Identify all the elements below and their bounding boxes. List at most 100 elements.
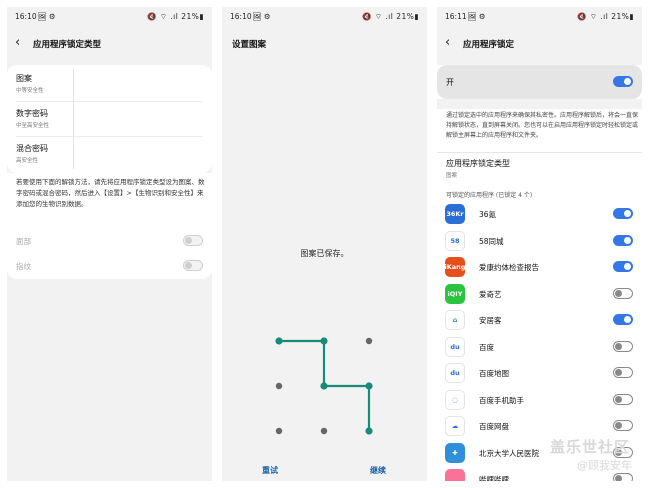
app-lock-toggle[interactable] xyxy=(613,393,633,405)
pattern-dot xyxy=(320,427,328,435)
app-icon: du xyxy=(445,363,465,383)
pattern-dot xyxy=(320,337,328,345)
app-icon: ✚ xyxy=(445,442,465,463)
app-name: 爱康约体检查报告 xyxy=(479,263,539,272)
app-lock-toggle[interactable] xyxy=(613,261,633,272)
app-row[interactable]: du 百度 xyxy=(437,334,642,360)
lock-type-pin[interactable]: 数字密码 中至高安全性 xyxy=(7,102,212,136)
watermark-author: @顾我安年 xyxy=(577,459,632,472)
face-label: 面部 xyxy=(16,237,31,246)
app-name: 百度 xyxy=(479,342,494,352)
app-icon: iQIY xyxy=(445,283,465,304)
app-lock-toggle[interactable] xyxy=(613,287,633,299)
app-icon: du xyxy=(445,336,465,357)
app-lock-toggle[interactable] xyxy=(613,234,633,246)
option-label: 图案 xyxy=(16,74,32,83)
app-name: 北京大学人民医院 xyxy=(479,448,539,458)
status-bar: 16:10 🖼 ⚙ 🔇 ⌔ .ıl 21%▮ xyxy=(222,7,427,27)
app-icon: 36Kr xyxy=(445,204,465,224)
app-icon: 58 xyxy=(445,230,465,251)
app-row[interactable]: 58 58同城 xyxy=(437,228,642,254)
biometric-card: 若要使用下面的解锁方法，请先将应用程序锁定类型设为图案、数字密码或混合密码，然后… xyxy=(7,173,212,279)
pattern-dot xyxy=(275,337,283,345)
status-bar: 16:10 🖼 ⚙ 🔇 ⌔ .ıl 21%▮ xyxy=(7,7,212,27)
fingerprint-label: 指纹 xyxy=(16,262,31,271)
app-row[interactable]: du 百度地图 xyxy=(437,360,642,386)
face-toggle[interactable] xyxy=(183,235,203,246)
back-icon[interactable]: ‹ xyxy=(15,35,20,50)
app-lock-toggle[interactable] xyxy=(613,340,633,352)
lock-type-value: 图案 xyxy=(446,173,458,179)
app-name: 安居客 xyxy=(479,316,502,325)
app-name: 58同城 xyxy=(479,236,504,246)
page-title: 设置图案 xyxy=(232,40,267,50)
status-bar: 16:11 🖼 ⚙ 🔇 ⌔ .ıl 21%▮ xyxy=(437,7,642,27)
app-name: 爱奇艺 xyxy=(479,289,502,299)
vertical-divider xyxy=(73,69,74,169)
app-lock-description: 通过锁定选中的应用程序来确保其私密性。应用程序解锁后，将会一直保持解锁状态，直到… xyxy=(446,112,639,139)
page-title: 应用程序锁定 xyxy=(463,40,515,50)
status-time: 16:11 xyxy=(445,12,467,21)
lock-type-label: 应用程序锁定类型 xyxy=(446,159,510,168)
pattern-dot xyxy=(365,337,373,345)
page-title: 应用程序锁定类型 xyxy=(33,40,102,50)
option-sub: 中至高安全性 xyxy=(16,123,50,129)
app-icon: ⌂ xyxy=(445,310,465,330)
status-time: 16:10 xyxy=(230,12,252,21)
app-name: 36氪 xyxy=(479,210,497,219)
divider xyxy=(437,152,642,153)
screen-app-lock: 16:11 🖼 ⚙ 🔇 ⌔ .ıl 21%▮ ‹ 应用程序锁定 开 通过锁定选中… xyxy=(437,7,642,481)
app-icon: ◌ xyxy=(445,389,465,410)
fingerprint-toggle[interactable] xyxy=(183,260,203,271)
app-lock-toggle[interactable] xyxy=(613,314,633,325)
status-right: 🔇 ⌔ .ıl 21%▮ xyxy=(577,12,634,21)
fingerprint-row: 指纹 xyxy=(7,254,212,278)
status-icons: 🖼 ⚙ xyxy=(252,12,271,21)
app-lock-toggle[interactable] xyxy=(613,420,633,431)
master-switch-row[interactable]: 开 xyxy=(437,65,642,99)
app-bar: 设置图案 xyxy=(222,27,427,61)
status-icons: 🖼 ⚙ xyxy=(37,12,56,21)
app-icon xyxy=(445,469,465,481)
app-name: 百度地图 xyxy=(479,369,509,378)
app-name: 哔哩哔哩 xyxy=(479,475,509,481)
app-row[interactable]: iQIY 爱奇艺 xyxy=(437,281,642,307)
pattern-dot xyxy=(365,382,373,390)
back-icon[interactable]: ‹ xyxy=(445,35,450,50)
biometric-note: 若要使用下面的解锁方法，请先将应用程序锁定类型设为图案、数字密码或混合密码，然后… xyxy=(16,178,205,208)
app-row[interactable]: ⌂ 安居客 xyxy=(437,307,642,333)
watermark-title: 盖乐世社区 xyxy=(549,438,630,456)
pattern-grid[interactable] xyxy=(222,319,427,479)
status-time: 16:10 xyxy=(15,12,37,21)
status-icons: 🖼 ⚙ xyxy=(467,12,486,21)
app-row[interactable]: ◌ 百度手机助手 xyxy=(437,387,642,413)
app-bar: ‹ 应用程序锁定 xyxy=(437,27,642,61)
option-label: 数字密码 xyxy=(16,109,48,118)
pattern-dot xyxy=(365,427,373,435)
pattern-saved-message: 图案已保存。 xyxy=(300,249,349,258)
face-row: 面部 xyxy=(7,229,212,253)
app-icon: ☁ xyxy=(445,416,465,436)
lock-type-pattern[interactable]: 图案 中等安全性 xyxy=(7,65,212,99)
retry-button[interactable]: 重试 xyxy=(262,465,278,476)
status-right: 🔇 ⌔ .ıl 21%▮ xyxy=(362,12,419,21)
lock-type-row[interactable]: 应用程序锁定类型 图案 xyxy=(437,155,642,187)
pattern-dot xyxy=(320,382,328,390)
app-lock-toggle[interactable] xyxy=(613,367,633,378)
lock-type-password[interactable]: 混合密码 高安全性 xyxy=(7,137,212,171)
app-icon: iKang xyxy=(445,257,465,277)
app-bar: ‹ 应用程序锁定类型 xyxy=(7,27,212,61)
app-name: 百度网盘 xyxy=(479,422,509,431)
app-row[interactable]: iKang 爱康约体检查报告 xyxy=(437,254,642,280)
gap-bar xyxy=(437,99,642,109)
app-row[interactable]: 36Kr 36氪 xyxy=(437,201,642,227)
section-header: 可锁定的应用程序 (已锁定 4 个) xyxy=(446,192,533,199)
app-lock-toggle[interactable] xyxy=(613,208,633,219)
status-right: 🔇 ⌔ .ıl 21%▮ xyxy=(147,12,204,21)
screen-set-pattern: 16:10 🖼 ⚙ 🔇 ⌔ .ıl 21%▮ 设置图案 图案已保存。 重试 继续 xyxy=(222,7,427,481)
app-lock-toggle[interactable] xyxy=(613,473,633,481)
option-sub: 高安全性 xyxy=(16,158,39,164)
screen-app-lock-type: 16:10 🖼 ⚙ 🔇 ⌔ .ıl 21%▮ ‹ 应用程序锁定类型 图案 中等安… xyxy=(7,7,212,481)
continue-button[interactable]: 继续 xyxy=(370,465,386,476)
master-switch-toggle[interactable] xyxy=(613,76,633,87)
